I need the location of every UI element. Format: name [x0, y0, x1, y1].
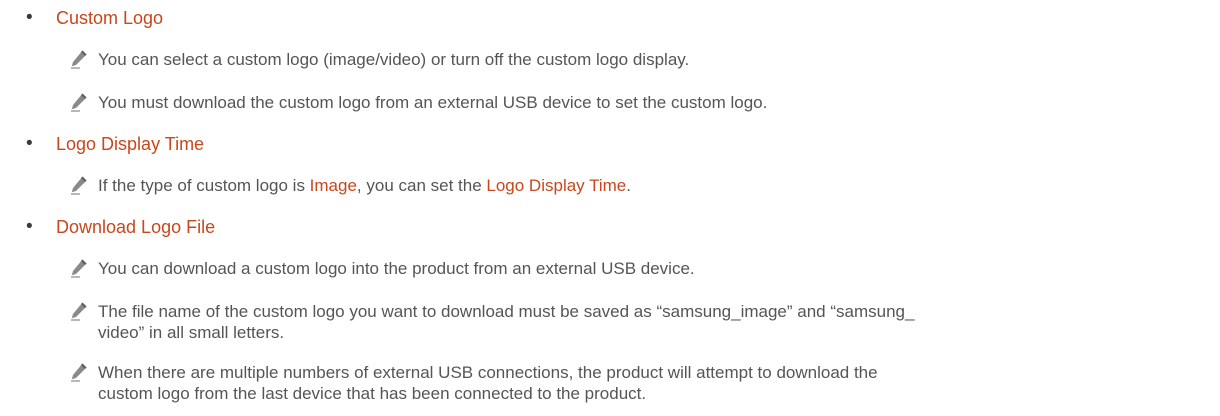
pencil-icon: [70, 301, 88, 321]
pencil-icon: [70, 175, 88, 195]
note-download-3: When there are multiple numbers of exter…: [70, 362, 878, 404]
pencil-icon: [70, 49, 88, 69]
note-line: video” in all small letters.: [98, 323, 285, 342]
item-title-logo-display-time[interactable]: Logo Display Time: [56, 134, 204, 154]
list-item-custom-logo: • Custom Logo: [26, 3, 163, 33]
pencil-icon: [70, 258, 88, 278]
pencil-icon: [70, 92, 88, 112]
note-download-1: You can download a custom logo into the …: [70, 258, 695, 279]
list-item-download-logo-file: • Download Logo File: [26, 212, 215, 242]
note-custom-logo-2: You must download the custom logo from a…: [70, 92, 767, 113]
note-text: If the type of custom logo is Image, you…: [98, 175, 631, 196]
note-download-2: The file name of the custom logo you wan…: [70, 301, 914, 343]
pencil-icon: [70, 362, 88, 382]
note-logo-display-time: If the type of custom logo is Image, you…: [70, 175, 631, 196]
note-text-post: .: [626, 176, 631, 195]
note-line: The file name of the custom logo you wan…: [98, 302, 915, 321]
highlight-logo-display-time[interactable]: Logo Display Time: [486, 176, 626, 195]
highlight-image[interactable]: Image: [310, 176, 357, 195]
list-item-logo-display-time: • Logo Display Time: [26, 129, 204, 159]
note-text: You can select a custom logo (image/vide…: [98, 50, 690, 69]
note-line: custom logo from the last device that ha…: [98, 384, 647, 403]
item-title-download-logo-file[interactable]: Download Logo File: [56, 217, 215, 237]
note-text: The file name of the custom logo you wan…: [98, 301, 914, 343]
bullet-dot: •: [26, 7, 33, 28]
note-custom-logo-1: You can select a custom logo (image/vide…: [70, 49, 689, 70]
note-text: You must download the custom logo from a…: [98, 93, 768, 112]
note-text-pre: If the type of custom logo is: [98, 176, 310, 195]
bullet-dot: •: [26, 216, 33, 237]
manual-page: • Custom Logo You can select a custom lo…: [0, 0, 1220, 416]
note-line: When there are multiple numbers of exter…: [98, 363, 878, 382]
note-text: When there are multiple numbers of exter…: [98, 362, 878, 404]
note-text: You can download a custom logo into the …: [98, 259, 695, 278]
note-text-mid: , you can set the: [356, 176, 487, 195]
bullet-dot: •: [26, 133, 33, 154]
item-title-custom-logo[interactable]: Custom Logo: [56, 8, 163, 28]
